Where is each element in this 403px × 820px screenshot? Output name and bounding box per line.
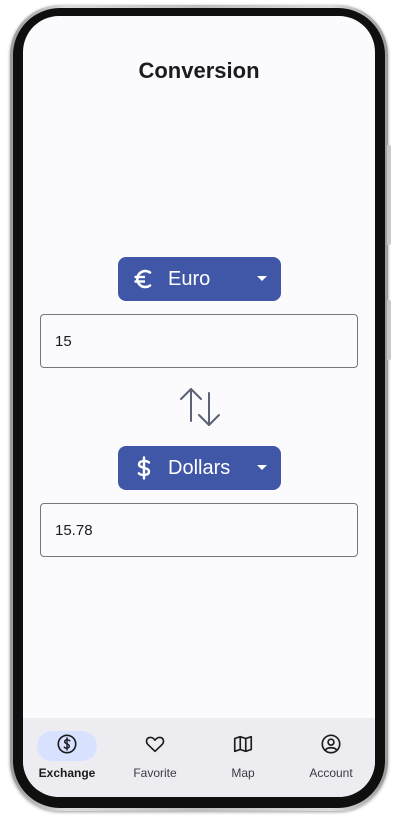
heart-icon bbox=[144, 733, 166, 760]
to-amount-input[interactable]: 15.78 bbox=[40, 503, 358, 557]
map-icon bbox=[232, 733, 254, 760]
chevron-down-icon bbox=[257, 276, 267, 281]
app-screen: Conversion Euro 15 Dollars 15.78 Exchang… bbox=[23, 16, 375, 797]
nav-label-account: Account bbox=[309, 766, 353, 780]
swap-icon[interactable] bbox=[177, 385, 223, 429]
from-currency-label: Euro bbox=[168, 267, 211, 290]
nav-label-exchange: Exchange bbox=[38, 766, 96, 780]
euro-icon bbox=[130, 265, 158, 293]
nav-item-account[interactable]: Account bbox=[287, 718, 375, 797]
chevron-down-icon bbox=[257, 465, 267, 470]
dollar-circle-icon bbox=[56, 733, 78, 760]
account-circle-icon bbox=[320, 733, 342, 760]
nav-item-map[interactable]: Map bbox=[199, 718, 287, 797]
page-title: Conversion bbox=[138, 58, 260, 83]
nav-icon-container bbox=[125, 731, 185, 761]
power-button bbox=[387, 300, 391, 360]
nav-label-favorite: Favorite bbox=[133, 766, 177, 780]
nav-item-favorite[interactable]: Favorite bbox=[111, 718, 199, 797]
nav-icon-container bbox=[301, 731, 361, 761]
dollar-icon bbox=[130, 454, 158, 482]
nav-item-exchange[interactable]: Exchange bbox=[23, 718, 111, 797]
to-currency-label: Dollars bbox=[168, 456, 231, 479]
from-amount-input[interactable]: 15 bbox=[40, 314, 358, 368]
volume-button bbox=[387, 145, 391, 245]
from-currency-selector[interactable]: Euro bbox=[118, 257, 281, 301]
nav-active-indicator bbox=[37, 731, 97, 761]
nav-icon-container bbox=[213, 731, 273, 761]
nav-label-map: Map bbox=[231, 766, 255, 780]
bottom-navigation: Exchange Favorite Map Account bbox=[23, 718, 375, 797]
to-currency-selector[interactable]: Dollars bbox=[118, 446, 281, 490]
